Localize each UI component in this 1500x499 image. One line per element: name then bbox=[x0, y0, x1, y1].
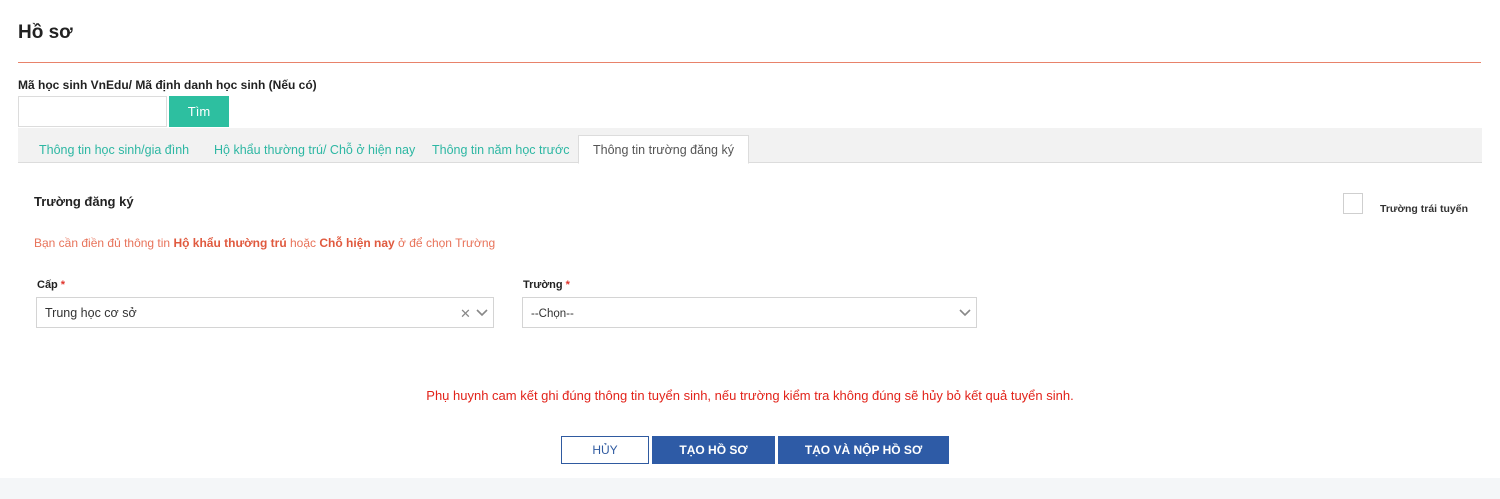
student-id-label: Mã học sinh VnEdu/ Mã định danh học sinh… bbox=[18, 78, 317, 92]
notice-text-suffix: ở để chọn Trường bbox=[394, 236, 496, 250]
page-title: Hồ sơ bbox=[18, 22, 73, 43]
notice-bold-residence: Hộ khẩu thường trú bbox=[173, 236, 287, 250]
school-select-value: --Chọn-- bbox=[531, 308, 574, 320]
level-select[interactable]: Trung học cơ sở ✕ bbox=[36, 297, 494, 328]
level-label-text: Cấp bbox=[37, 279, 58, 291]
chevron-down-icon bbox=[476, 309, 488, 317]
tab-registered-school[interactable]: Thông tin trường đăng ký bbox=[578, 135, 749, 164]
commitment-notice: Phụ huynh cam kết ghi đúng thông tin tuy… bbox=[426, 388, 1074, 403]
level-label: Cấp * bbox=[37, 279, 65, 291]
title-divider bbox=[18, 62, 1481, 63]
overflow-school-checkbox[interactable] bbox=[1343, 193, 1363, 214]
tab-residence[interactable]: Hộ khẩu thường trú/ Chỗ ở hiện nay bbox=[204, 136, 425, 163]
clear-icon[interactable]: ✕ bbox=[460, 306, 471, 322]
level-select-value: Trung học cơ sở bbox=[45, 306, 137, 320]
school-label: Trường * bbox=[523, 279, 570, 291]
search-button[interactable]: Tìm bbox=[169, 96, 229, 127]
required-mark: * bbox=[60, 279, 66, 291]
required-mark: * bbox=[565, 279, 570, 291]
notice-text-prefix: Bạn cần điền đủ thông tin bbox=[34, 236, 174, 250]
tab-previous-year[interactable]: Thông tin năm học trước bbox=[422, 136, 579, 163]
create-submit-profile-button[interactable]: TẠO VÀ NỘP HỒ SƠ bbox=[778, 436, 949, 464]
student-id-input[interactable] bbox=[18, 96, 167, 127]
overflow-school-label: Trường trái tuyến bbox=[1380, 203, 1468, 215]
school-label-text: Trường bbox=[523, 279, 563, 291]
create-profile-button[interactable]: TẠO HỒ SƠ bbox=[652, 436, 775, 464]
tab-student-family[interactable]: Thông tin học sinh/gia đình bbox=[29, 136, 199, 163]
residence-notice: Bạn cần điền đủ thông tin Hộ khẩu thường… bbox=[34, 236, 495, 250]
notice-text-middle: hoặc bbox=[286, 236, 320, 250]
section-title: Trường đăng ký bbox=[34, 194, 134, 209]
tab-bar: Thông tin học sinh/gia đình Hộ khẩu thườ… bbox=[18, 128, 1482, 164]
footer-band bbox=[0, 478, 1500, 499]
chevron-down-icon bbox=[959, 309, 971, 317]
school-select[interactable]: --Chọn-- bbox=[522, 297, 977, 328]
cancel-button[interactable]: HỦY bbox=[561, 436, 649, 464]
notice-bold-current-address: Chỗ hiện nay bbox=[319, 236, 395, 250]
